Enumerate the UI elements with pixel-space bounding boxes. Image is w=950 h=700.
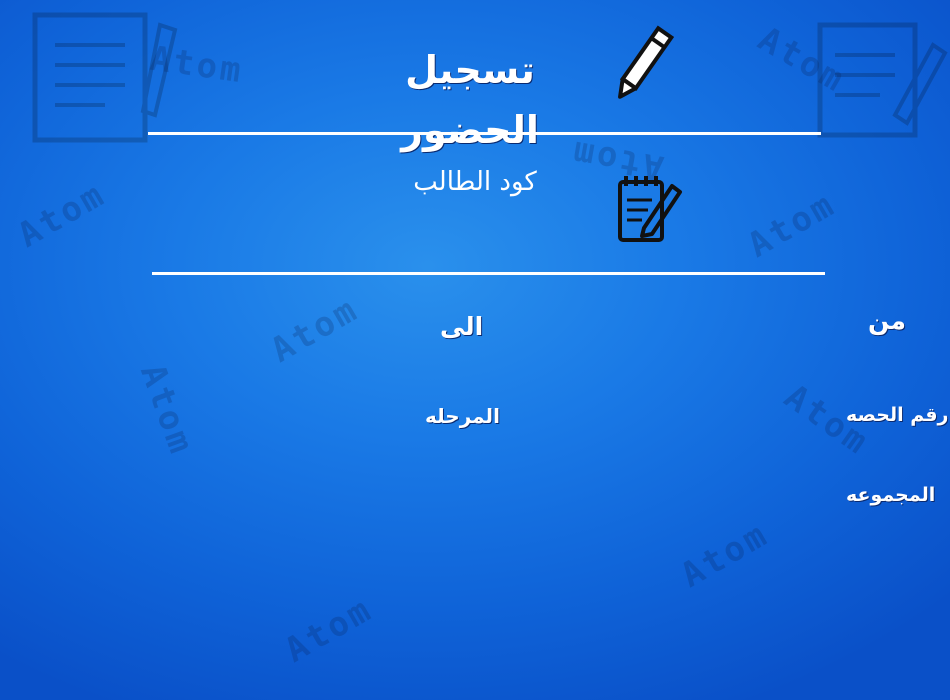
watermark-text: Atom bbox=[132, 359, 202, 461]
pencil-icon bbox=[618, 25, 674, 99]
watermark-text: Atom bbox=[741, 184, 843, 266]
watermark-text: Atom bbox=[11, 174, 113, 256]
session-number-label: رقم الحصه bbox=[846, 404, 949, 426]
to-label: الى bbox=[440, 312, 484, 341]
notepad-pencil-icon bbox=[618, 176, 682, 242]
stage-label: المرحله bbox=[425, 404, 500, 428]
watermark-text: Atom bbox=[674, 514, 776, 596]
watermark-text: Atom bbox=[278, 589, 380, 671]
student-code-label: كود الطالب bbox=[413, 167, 537, 197]
from-label: من bbox=[868, 306, 906, 335]
group-label: المجموعه bbox=[846, 484, 936, 506]
header-divider bbox=[148, 132, 821, 135]
page-title: تسجيل الحضور bbox=[401, 48, 539, 152]
form-divider bbox=[152, 272, 825, 275]
watermark-text: Atom bbox=[264, 289, 366, 371]
